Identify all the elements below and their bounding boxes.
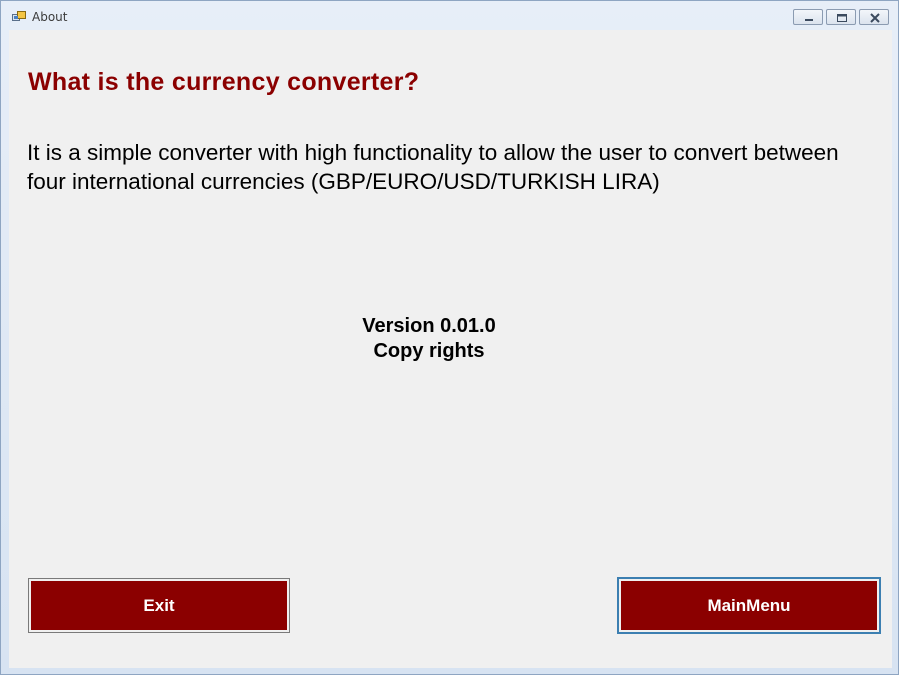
about-window: About What is the currency converter? It…	[0, 0, 899, 675]
close-button[interactable]	[859, 9, 889, 25]
form-client-area: What is the currency converter? It is a …	[9, 30, 892, 668]
copyright-label: Copy rights	[373, 340, 485, 362]
window-app-icon	[12, 10, 26, 24]
description-text: It is a simple converter with high funct…	[27, 138, 897, 196]
version-label: Version 0.01.0	[362, 315, 496, 337]
window-title: About	[32, 10, 68, 24]
main-menu-button[interactable]: MainMenu	[617, 577, 881, 634]
version-info: Version 0.01.0 Copy rights	[269, 314, 589, 364]
maximize-icon	[837, 14, 847, 22]
minimize-button[interactable]	[793, 9, 823, 25]
page-title: What is the currency converter?	[28, 68, 420, 96]
minimize-icon	[805, 19, 813, 21]
close-icon	[870, 13, 880, 23]
description-line-2: four international currencies (GBP/EURO/…	[27, 169, 660, 194]
exit-button[interactable]: Exit	[28, 578, 290, 633]
maximize-button[interactable]	[826, 9, 856, 25]
title-bar[interactable]: About	[1, 1, 898, 31]
description-line-1: It is a simple converter with high funct…	[27, 140, 839, 165]
